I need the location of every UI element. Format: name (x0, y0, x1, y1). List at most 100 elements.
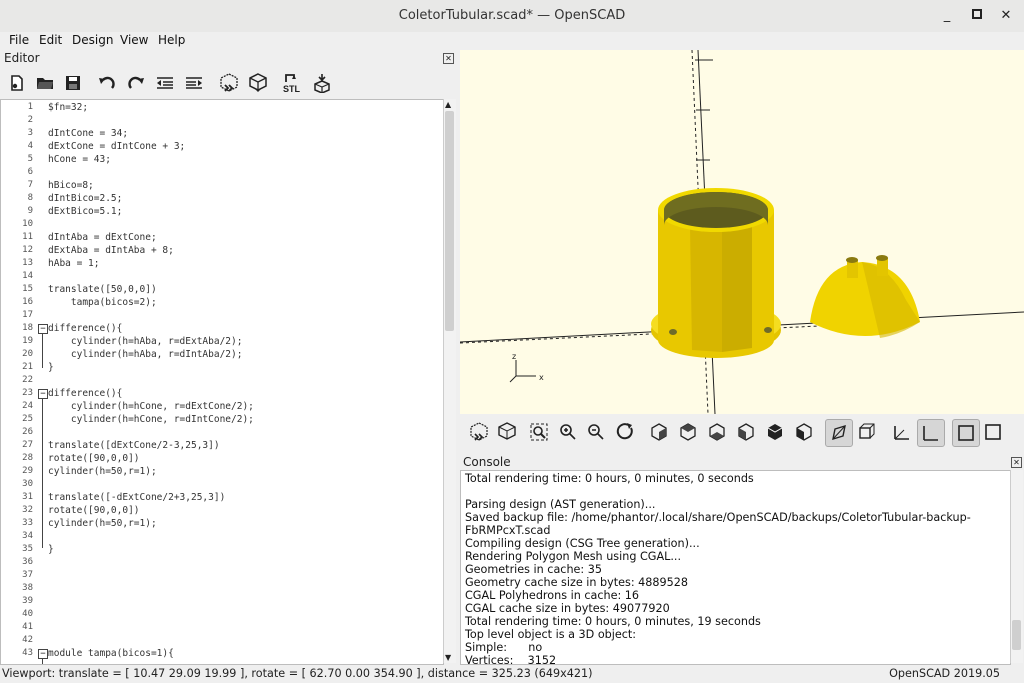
code-line[interactable]: 36 (1, 556, 441, 569)
code-line[interactable]: 2 (1, 114, 441, 127)
send-to-3d-print-icon[interactable] (311, 72, 333, 94)
code-line[interactable]: 26 (1, 426, 441, 439)
console-line: Parsing design (AST generation)... (465, 498, 656, 511)
zoom-in-icon[interactable] (555, 419, 581, 445)
code-line[interactable]: 19 cylinder(h=hAba, r=dExtAba/2); (1, 335, 441, 348)
maximize-button[interactable] (967, 6, 987, 26)
unindent-icon[interactable] (154, 72, 176, 94)
menu-help[interactable]: Help (158, 33, 185, 47)
view-diagonal-icon[interactable] (825, 419, 853, 447)
code-line[interactable]: 4 dExtCone = dIntCone + 3; (1, 140, 441, 153)
code-line[interactable]: 32 rotate([90,0,0]) (1, 504, 441, 517)
code-line[interactable]: 9 dExtBico=5.1; (1, 205, 441, 218)
view-top-icon[interactable] (675, 419, 701, 445)
code-text: hCone = 43; (48, 154, 111, 165)
code-line[interactable]: 3 dIntCone = 34; (1, 127, 441, 140)
fold-toggle-icon[interactable]: − (38, 649, 48, 659)
code-text: dIntCone = 34; (48, 128, 129, 139)
undo-icon[interactable] (96, 72, 118, 94)
zoom-all-icon[interactable] (526, 419, 552, 445)
export-stl-icon[interactable]: STL (282, 72, 304, 94)
code-line[interactable]: 21} (1, 361, 441, 374)
view-right-icon[interactable] (646, 419, 672, 445)
show-scale-icon[interactable] (980, 419, 1006, 445)
code-line[interactable]: 43− module tampa(bicos=1){ (1, 647, 441, 660)
code-line[interactable]: 12 dExtAba = dIntAba + 8; (1, 244, 441, 257)
preview-icon[interactable] (218, 72, 240, 94)
code-line[interactable]: 5 hCone = 43; (1, 153, 441, 166)
save-icon[interactable] (62, 72, 84, 94)
console-scrollbar[interactable] (1010, 470, 1023, 663)
code-line[interactable]: 37 (1, 569, 441, 582)
code-line[interactable]: 11 dIntAba = dExtCone; (1, 231, 441, 244)
3d-viewport[interactable]: x z (460, 50, 1024, 414)
code-line[interactable]: 14 (1, 270, 441, 283)
code-line[interactable]: 16 tampa(bicos=2); (1, 296, 441, 309)
zoom-out-icon[interactable] (583, 419, 609, 445)
code-line[interactable]: 1 $fn=32; (1, 101, 441, 114)
orthogonal-icon[interactable] (917, 419, 945, 447)
reset-view-icon[interactable] (613, 419, 639, 445)
code-text: } (48, 544, 54, 555)
code-line[interactable]: 34 (1, 530, 441, 543)
scroll-up-icon[interactable]: ▲ (445, 100, 451, 109)
code-line[interactable]: 17 (1, 309, 441, 322)
code-editor[interactable]: 1 $fn=32; 2 3 dIntCone = 34; 4 dExtCone = dInt… (0, 99, 444, 665)
show-axes-icon[interactable] (952, 419, 980, 447)
render-icon[interactable] (494, 419, 520, 445)
code-line[interactable]: 18− difference(){ (1, 322, 441, 335)
view-center-icon[interactable] (854, 419, 880, 445)
code-text: module tampa(bicos=1){ (48, 648, 174, 659)
render-icon[interactable] (247, 72, 269, 94)
code-line[interactable]: 25 cylinder(h=hCone, r=dIntCone/2); (1, 413, 441, 426)
perspective-icon[interactable] (889, 419, 915, 445)
preview-icon[interactable] (466, 419, 492, 445)
code-line[interactable]: 8 dIntBico=2.5; (1, 192, 441, 205)
menu-file[interactable]: File (9, 33, 29, 47)
code-line[interactable]: 40 (1, 608, 441, 621)
editor-scroll-thumb[interactable] (445, 111, 454, 331)
code-line[interactable]: 27 translate([dExtCone/2-3,25,3]) (1, 439, 441, 452)
code-line[interactable]: 30 (1, 478, 441, 491)
code-line[interactable]: 42 (1, 634, 441, 647)
view-bottom-icon[interactable] (704, 419, 730, 445)
view-front-icon[interactable] (762, 419, 788, 445)
code-line[interactable]: 39 (1, 595, 441, 608)
editor-close-icon[interactable]: ✕ (443, 53, 454, 64)
code-line[interactable]: 41 (1, 621, 441, 634)
code-line[interactable]: 23− difference(){ (1, 387, 441, 400)
console-close-icon[interactable]: ✕ (1011, 457, 1022, 468)
code-line[interactable]: 35} (1, 543, 441, 556)
editor-scrollbar[interactable]: ▲ ▼ (443, 99, 456, 663)
menu-view[interactable]: View (120, 33, 148, 47)
code-line[interactable]: 6 (1, 166, 441, 179)
code-line[interactable]: 15 translate([50,0,0]) (1, 283, 441, 296)
new-icon[interactable] (6, 72, 28, 94)
code-line[interactable]: 22 (1, 374, 441, 387)
console-output[interactable]: Total rendering time: 0 hours, 0 minutes… (460, 470, 1011, 665)
code-line[interactable]: 7 hBico=8; (1, 179, 441, 192)
console-scroll-thumb[interactable] (1012, 620, 1021, 650)
code-text: translate([-dExtCone/2+3,25,3]) (48, 492, 226, 503)
fold-toggle-icon[interactable]: − (38, 324, 48, 334)
code-line[interactable]: 10 (1, 218, 441, 231)
code-line[interactable]: 28 rotate([90,0,0]) (1, 452, 441, 465)
code-line[interactable]: 38 (1, 582, 441, 595)
code-line[interactable]: 29 cylinder(h=50,r=1); (1, 465, 441, 478)
view-left-icon[interactable] (733, 419, 759, 445)
code-line[interactable]: 33 cylinder(h=50,r=1); (1, 517, 441, 530)
fold-toggle-icon[interactable]: − (38, 389, 48, 399)
open-icon[interactable] (34, 72, 56, 94)
code-line[interactable]: 24 cylinder(h=hCone, r=dExtCone/2); (1, 400, 441, 413)
menu-edit[interactable]: Edit (39, 33, 62, 47)
minimize-button[interactable]: _ (937, 6, 957, 26)
menu-design[interactable]: Design (72, 33, 113, 47)
view-back-icon[interactable] (791, 419, 817, 445)
code-line[interactable]: 13 hAba = 1; (1, 257, 441, 270)
scroll-down-icon[interactable]: ▼ (445, 653, 451, 662)
redo-icon[interactable] (125, 72, 147, 94)
indent-icon[interactable] (183, 72, 205, 94)
code-line[interactable]: 31 translate([-dExtCone/2+3,25,3]) (1, 491, 441, 504)
close-button[interactable]: ✕ (996, 6, 1016, 26)
code-line[interactable]: 20 cylinder(h=hAba, r=dIntAba/2); (1, 348, 441, 361)
